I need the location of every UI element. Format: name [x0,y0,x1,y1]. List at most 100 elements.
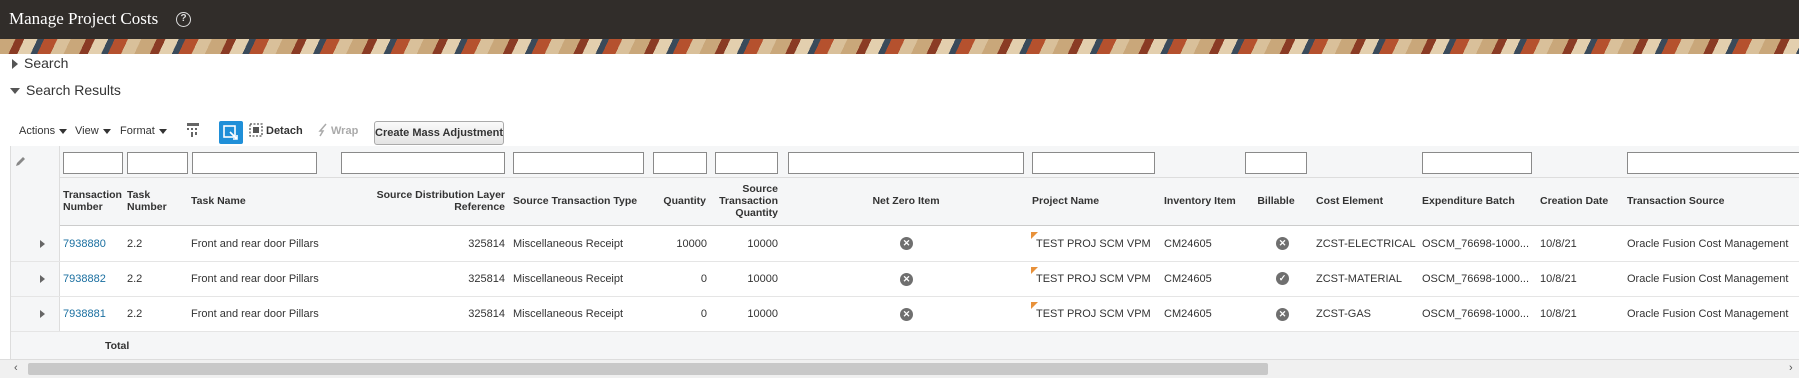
detach-button[interactable]: Detach [266,125,303,137]
scroll-right-icon[interactable]: › [1789,362,1793,374]
filter-transaction-source[interactable] [1627,152,1799,174]
transaction-source: Oracle Fusion Cost Management [1627,273,1789,285]
filter-source-distribution-layer-reference[interactable] [341,152,505,174]
table-row[interactable]: 7938882 2.2 Front and rear door Pillars … [11,262,1799,297]
total-label: Total [105,340,130,352]
filter-net-zero-item[interactable] [788,152,1024,174]
page-header: Manage Project Costs ? [0,0,1799,39]
task-number: 2.2 [127,273,143,285]
quantity: 0 [700,308,707,320]
transaction-number-link[interactable]: 7938880 [63,238,106,250]
project-name: TEST PROJ SCM VPM [1036,273,1151,285]
task-name: Front and rear door Pillars [191,308,319,320]
expand-icon [12,59,18,70]
results-section-label: Search Results [26,82,121,98]
net-zero-no-icon: ✕ [900,308,913,321]
filter-task-name[interactable] [192,152,317,174]
task-number: 2.2 [127,238,143,250]
results-section-toggle[interactable]: Search Results [10,82,121,98]
scroll-left-icon[interactable]: ‹ [14,362,18,374]
col-expenditure-batch[interactable]: Expenditure Batch [1422,195,1515,207]
format-menu[interactable]: Format [120,125,167,137]
col-billable[interactable]: Billable [1245,195,1307,207]
col-source-distribution-layer-reference[interactable]: Source Distribution Layer Reference [350,189,505,213]
task-number: 2.2 [127,308,143,320]
source-transaction-type: Miscellaneous Receipt [513,238,624,250]
col-quantity[interactable]: Quantity [650,195,706,207]
net-zero-no-icon: ✕ [900,237,913,250]
decorative-banner [0,39,1799,54]
cost-element: ZCST-MATERIAL [1316,273,1402,285]
expenditure-batch: OSCM_76698-1000... [1422,308,1530,320]
search-section-toggle[interactable]: Search [12,55,68,71]
source-transaction-type: Miscellaneous Receipt [513,308,624,320]
wrap-button: Wrap [331,125,359,137]
col-transaction-number[interactable]: Transaction Number [63,189,125,213]
inventory-item: CM24605 [1164,308,1212,320]
edit-icon[interactable] [15,156,26,170]
source-transaction-type: Miscellaneous Receipt [513,273,624,285]
col-inventory-item[interactable]: Inventory Item [1164,195,1236,207]
cost-element: ZCST-GAS [1316,308,1372,320]
collapse-icon [10,88,20,95]
source-reference: 325814 [468,238,505,250]
net-zero-no-icon: ✕ [900,273,913,286]
search-section-label: Search [24,55,69,71]
filter-source-transaction-quantity[interactable] [715,152,778,174]
table-toolbar: Actions View Format Detach Wrap Create M… [0,121,1799,145]
wrap-icon [317,123,329,140]
table-row[interactable]: 7938880 2.2 Front and rear door Pillars … [11,226,1799,262]
detach-icon[interactable] [249,123,263,140]
project-costs-table: Transaction Number Task Number Task Name… [10,146,1799,359]
col-project-name[interactable]: Project Name [1032,195,1099,207]
view-menu[interactable]: View [75,125,111,137]
inventory-item: CM24605 [1164,238,1212,250]
filter-task-number[interactable] [127,152,188,174]
source-transaction-quantity: 10000 [747,238,778,250]
create-mass-adjustment-button[interactable]: Create Mass Adjustment [374,121,504,145]
col-source-transaction-quantity[interactable]: Source Transaction Quantity [714,183,778,219]
transaction-number-link[interactable]: 7938882 [63,273,106,285]
col-transaction-source[interactable]: Transaction Source [1627,195,1724,207]
quantity: 10000 [676,238,707,250]
horizontal-scrollbar[interactable]: ‹ › [0,359,1799,378]
source-transaction-quantity: 10000 [747,273,778,285]
freeze-icon[interactable] [186,122,200,141]
project-name: TEST PROJ SCM VPM [1036,308,1151,320]
transaction-source: Oracle Fusion Cost Management [1627,308,1789,320]
scrollbar-thumb[interactable] [28,363,1268,375]
table-row[interactable]: 7938881 2.2 Front and rear door Pillars … [11,297,1799,332]
filter-quantity[interactable] [653,152,707,174]
inventory-item: CM24605 [1164,273,1212,285]
cost-element: ZCST-ELECTRICAL [1316,238,1416,250]
quantity: 0 [700,273,707,285]
project-name: TEST PROJ SCM VPM [1036,238,1151,250]
expenditure-batch: OSCM_76698-1000... [1422,238,1530,250]
col-creation-date[interactable]: Creation Date [1540,195,1608,207]
col-cost-element[interactable]: Cost Element [1316,195,1383,207]
source-transaction-quantity: 10000 [747,308,778,320]
filter-expenditure-batch[interactable] [1422,152,1532,174]
filter-project-name[interactable] [1032,152,1155,174]
source-reference: 325814 [468,273,505,285]
billable-yes-icon: ✓ [1276,272,1289,285]
expand-row-icon[interactable] [40,240,45,248]
actions-menu[interactable]: Actions [19,125,67,137]
expand-row-icon[interactable] [40,275,45,283]
help-icon[interactable]: ? [176,12,191,27]
col-task-name[interactable]: Task Name [191,195,246,207]
filter-billable[interactable] [1245,152,1307,174]
creation-date: 10/8/21 [1540,308,1577,320]
col-task-number[interactable]: Task Number [127,189,172,213]
query-by-example-button[interactable] [219,121,243,144]
col-source-transaction-type[interactable]: Source Transaction Type [513,195,637,207]
col-net-zero-item[interactable]: Net Zero Item [788,195,1024,207]
transaction-number-link[interactable]: 7938881 [63,308,106,320]
billable-no-icon: ✕ [1276,237,1289,250]
expand-row-icon[interactable] [40,310,45,318]
filter-transaction-number[interactable] [63,152,123,174]
task-name: Front and rear door Pillars [191,238,319,250]
page-title: Manage Project Costs [9,9,159,28]
filter-source-transaction-type[interactable] [513,152,644,174]
source-reference: 325814 [468,308,505,320]
